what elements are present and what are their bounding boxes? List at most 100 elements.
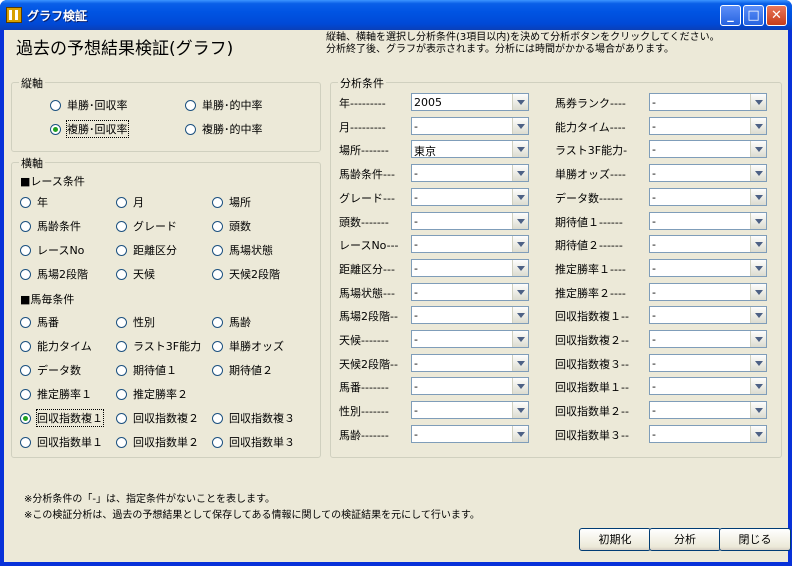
chevron-down-icon[interactable]	[512, 188, 528, 205]
radio-indicator[interactable]	[116, 412, 127, 424]
radio-indicator[interactable]	[20, 436, 31, 448]
chevron-down-icon[interactable]	[512, 165, 528, 182]
horizontal-axis-radio[interactable]: 天候2段階	[212, 266, 280, 282]
chevron-down-icon[interactable]	[512, 117, 528, 134]
horizontal-axis-radio[interactable]: グレード	[116, 218, 177, 234]
radio-indicator[interactable]	[116, 220, 127, 232]
radio-indicator[interactable]	[212, 340, 223, 352]
condition-select[interactable]: -	[649, 93, 767, 111]
horizontal-axis-radio[interactable]: 単勝オッズ	[212, 338, 284, 354]
condition-select[interactable]: -	[411, 235, 529, 254]
radio-indicator[interactable]	[116, 388, 127, 400]
chevron-down-icon[interactable]	[750, 425, 766, 442]
radio-indicator[interactable]	[116, 436, 127, 448]
radio-indicator[interactable]	[20, 364, 31, 376]
radio-indicator[interactable]	[185, 123, 196, 135]
condition-select[interactable]: -	[411, 258, 529, 277]
horizontal-axis-radio[interactable]: 頭数	[212, 218, 251, 234]
condition-select[interactable]: -	[649, 258, 767, 277]
horizontal-axis-radio[interactable]: データ数	[20, 362, 81, 378]
horizontal-axis-radio[interactable]: 馬齢	[212, 314, 251, 330]
condition-select[interactable]: -	[649, 211, 767, 230]
chevron-down-icon[interactable]	[750, 141, 766, 158]
chevron-down-icon[interactable]	[750, 402, 766, 419]
chevron-down-icon[interactable]	[512, 212, 528, 229]
chevron-down-icon[interactable]	[750, 117, 766, 134]
horizontal-axis-radio[interactable]: 距離区分	[116, 242, 177, 258]
condition-select[interactable]: -	[649, 377, 767, 396]
radio-indicator[interactable]	[212, 436, 223, 448]
vertical-axis-radio[interactable]: 単勝･回収率	[50, 97, 128, 113]
chevron-down-icon[interactable]	[750, 259, 766, 276]
vertical-axis-radio[interactable]: 複勝･回収率	[50, 120, 129, 138]
chevron-down-icon[interactable]	[750, 307, 766, 324]
radio-indicator[interactable]	[20, 412, 31, 424]
horizontal-axis-radio[interactable]: 回収指数複２	[116, 410, 199, 426]
horizontal-axis-radio[interactable]: 推定勝率２	[116, 386, 188, 402]
radio-indicator[interactable]	[20, 196, 31, 208]
horizontal-axis-radio[interactable]: 年	[20, 194, 48, 210]
radio-indicator[interactable]	[212, 268, 223, 280]
horizontal-axis-radio[interactable]: 月	[116, 194, 144, 210]
horizontal-axis-radio[interactable]: 天候	[116, 266, 155, 282]
chevron-down-icon[interactable]	[512, 259, 528, 276]
chevron-down-icon[interactable]	[512, 425, 528, 442]
condition-select[interactable]: -	[411, 187, 529, 206]
reset-button[interactable]: 初期化	[579, 528, 651, 551]
condition-select[interactable]: -	[649, 116, 767, 135]
radio-indicator[interactable]	[116, 316, 127, 328]
horizontal-axis-radio[interactable]: 回収指数単２	[116, 434, 199, 450]
radio-indicator[interactable]	[50, 123, 61, 135]
radio-indicator[interactable]	[212, 196, 223, 208]
radio-indicator[interactable]	[20, 220, 31, 232]
condition-select[interactable]: -	[411, 330, 529, 348]
condition-select[interactable]: -	[649, 424, 767, 443]
horizontal-axis-radio[interactable]: 回収指数単３	[212, 434, 295, 450]
horizontal-axis-radio[interactable]: 推定勝率１	[20, 386, 92, 402]
horizontal-axis-radio[interactable]: レースNo	[20, 242, 84, 258]
radio-indicator[interactable]	[20, 388, 31, 400]
radio-indicator[interactable]	[116, 364, 127, 376]
condition-select[interactable]: -	[411, 211, 529, 230]
condition-select[interactable]: -	[649, 187, 767, 206]
horizontal-axis-radio[interactable]: 馬齢条件	[20, 218, 81, 234]
condition-select[interactable]: -	[649, 282, 767, 301]
horizontal-axis-radio[interactable]: 能力タイム	[20, 338, 92, 354]
condition-select[interactable]: -	[411, 424, 529, 443]
vertical-axis-radio[interactable]: 単勝･的中率	[185, 97, 263, 113]
condition-select[interactable]: -	[649, 401, 767, 420]
radio-indicator[interactable]	[116, 244, 127, 256]
radio-indicator[interactable]	[212, 364, 223, 376]
analyze-button[interactable]: 分析	[649, 528, 721, 551]
condition-select[interactable]: -	[411, 116, 529, 135]
chevron-down-icon[interactable]	[512, 354, 528, 371]
chevron-down-icon[interactable]	[750, 212, 766, 229]
condition-select[interactable]: -	[649, 330, 767, 348]
radio-indicator[interactable]	[20, 340, 31, 352]
close-window-button[interactable]: ✕	[766, 5, 787, 26]
radio-indicator[interactable]	[50, 99, 61, 111]
horizontal-axis-radio[interactable]: 回収指数複３	[212, 410, 295, 426]
chevron-down-icon[interactable]	[750, 165, 766, 182]
horizontal-axis-radio[interactable]: 場所	[212, 194, 251, 210]
condition-select[interactable]: 2005	[411, 93, 529, 111]
horizontal-axis-radio[interactable]: ラスト3F能力	[116, 338, 201, 354]
title-bar[interactable]: グラフ検証 _ □ ✕	[0, 0, 792, 30]
horizontal-axis-radio[interactable]: 期待値２	[212, 362, 273, 378]
radio-indicator[interactable]	[20, 244, 31, 256]
horizontal-axis-radio[interactable]: 馬場2段階	[20, 266, 88, 282]
chevron-down-icon[interactable]	[512, 307, 528, 324]
minimize-button[interactable]: _	[720, 5, 741, 26]
chevron-down-icon[interactable]	[512, 141, 528, 158]
condition-select[interactable]: -	[649, 235, 767, 254]
vertical-axis-radio[interactable]: 複勝･的中率	[185, 121, 263, 137]
chevron-down-icon[interactable]	[750, 94, 766, 110]
chevron-down-icon[interactable]	[750, 236, 766, 253]
chevron-down-icon[interactable]	[512, 283, 528, 300]
horizontal-axis-radio[interactable]: 回収指数単１	[20, 434, 103, 450]
chevron-down-icon[interactable]	[512, 236, 528, 253]
maximize-button[interactable]: □	[743, 5, 764, 26]
radio-indicator[interactable]	[212, 316, 223, 328]
horizontal-axis-radio[interactable]: 馬番	[20, 314, 59, 330]
radio-indicator[interactable]	[20, 316, 31, 328]
